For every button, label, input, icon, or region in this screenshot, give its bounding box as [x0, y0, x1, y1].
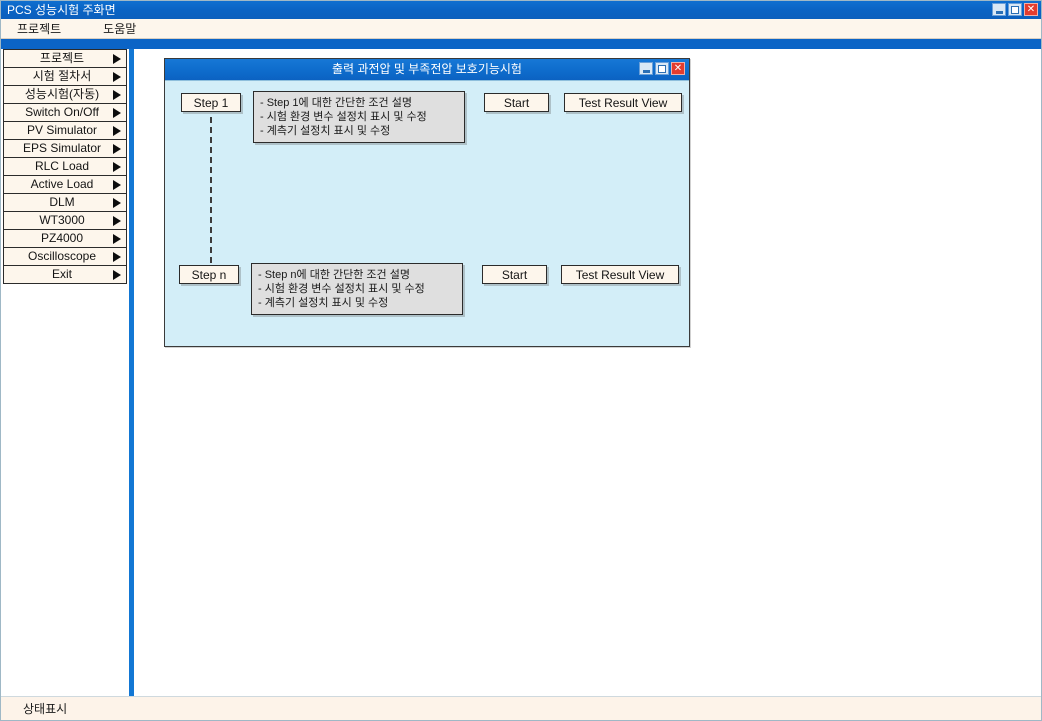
test-result-view-button-first[interactable]: Test Result View: [564, 93, 682, 112]
sidebar-item-label: DLM: [49, 195, 75, 209]
step-button-last[interactable]: Step n: [179, 265, 239, 284]
sidebar-item-wt3000[interactable]: WT3000: [3, 211, 127, 230]
sidebar-item-rlc-load[interactable]: RLC Load: [3, 157, 127, 176]
sidebar-item-exit[interactable]: Exit: [3, 265, 127, 284]
chevron-right-icon: [108, 179, 126, 190]
dialog-client-area: Step 1 - Step 1에 대한 간단한 조건 설명 - 시험 환경 변수…: [165, 80, 689, 346]
sidebar: 프로젝트 시험 절차서 성능시험(자동) Switch On/Off PV Si…: [1, 49, 134, 696]
sidebar-item-eps-simulator[interactable]: EPS Simulator: [3, 139, 127, 158]
chevron-right-icon: [108, 161, 126, 172]
dialog-close-icon[interactable]: ✕: [671, 62, 685, 75]
content-area: 출력 과전압 및 부족전압 보호기능시험 ✕ Step 1 - Step 1에 …: [134, 49, 1041, 696]
step-button-first[interactable]: Step 1: [181, 93, 241, 112]
step-description-line: - 시험 환경 변수 설정치 표시 및 수정: [260, 111, 427, 123]
chevron-right-icon: [108, 71, 126, 82]
step-description-line: - 시험 환경 변수 설정치 표시 및 수정: [258, 283, 425, 295]
sidebar-item-label: WT3000: [39, 213, 85, 227]
chevron-right-icon: [108, 251, 126, 262]
application-window: PCS 성능시험 주화면 ✕ 프로젝트 도움말 프로젝트 시험 절차서 성능시험…: [0, 0, 1042, 721]
app-window-controls: ✕: [992, 3, 1038, 16]
sidebar-item-label: 프로젝트: [39, 51, 85, 65]
menubar: 프로젝트 도움말: [1, 19, 1041, 39]
sidebar-item-oscilloscope[interactable]: Oscilloscope: [3, 247, 127, 266]
minimize-icon[interactable]: [992, 3, 1006, 16]
chevron-right-icon: [108, 197, 126, 208]
sidebar-item-label: EPS Simulator: [22, 141, 102, 155]
dialog-title: 출력 과전압 및 부족전압 보호기능시험: [332, 62, 522, 76]
step-description-first: - Step 1에 대한 간단한 조건 설명 - 시험 환경 변수 설정치 표시…: [253, 91, 465, 143]
app-title: PCS 성능시험 주화면: [7, 3, 116, 17]
statusbar: 상태표시: [1, 696, 1041, 720]
sidebar-item-label: PV Simulator: [26, 123, 98, 137]
chevron-right-icon: [108, 269, 126, 280]
sidebar-item-label: Active Load: [30, 177, 94, 191]
app-titlebar: PCS 성능시험 주화면 ✕: [1, 1, 1041, 19]
test-result-view-button-last[interactable]: Test Result View: [561, 265, 679, 284]
start-button-last[interactable]: Start: [482, 265, 547, 284]
sidebar-item-label: PZ4000: [40, 231, 84, 245]
step-description-line: - 계측기 설정치 표시 및 수정: [258, 297, 389, 309]
sidebar-item-label: 시험 절차서: [32, 69, 92, 83]
dialog-maximize-icon[interactable]: [655, 62, 669, 75]
step-connector-line: [210, 117, 212, 263]
sidebar-item-performance-test-auto[interactable]: 성능시험(자동): [3, 85, 127, 104]
toolbar-band: [1, 39, 1041, 49]
sidebar-item-switch-on-off[interactable]: Switch On/Off: [3, 103, 127, 122]
close-icon[interactable]: ✕: [1024, 3, 1038, 16]
chevron-right-icon: [108, 89, 126, 100]
dialog-minimize-icon[interactable]: [639, 62, 653, 75]
sidebar-item-project[interactable]: 프로젝트: [3, 49, 127, 68]
sidebar-item-label: RLC Load: [34, 159, 90, 173]
maximize-icon[interactable]: [1008, 3, 1022, 16]
sidebar-item-pv-simulator[interactable]: PV Simulator: [3, 121, 127, 140]
dialog-titlebar: 출력 과전압 및 부족전압 보호기능시험 ✕: [165, 59, 689, 80]
menu-item-project[interactable]: 프로젝트: [7, 19, 71, 39]
sidebar-item-label: Oscilloscope: [27, 249, 97, 263]
step-description-line: - Step 1에 대한 간단한 조건 설명: [260, 97, 412, 109]
step-description-line: - 계측기 설정치 표시 및 수정: [260, 125, 391, 137]
status-text: 상태표시: [23, 701, 68, 716]
start-button-first[interactable]: Start: [484, 93, 549, 112]
menu-item-help[interactable]: 도움말: [93, 19, 146, 39]
test-dialog-window: 출력 과전압 및 부족전압 보호기능시험 ✕ Step 1 - Step 1에 …: [164, 58, 690, 347]
chevron-right-icon: [108, 215, 126, 226]
chevron-right-icon: [108, 233, 126, 244]
chevron-right-icon: [108, 125, 126, 136]
chevron-right-icon: [108, 53, 126, 64]
sidebar-item-label: 성능시험(자동): [24, 87, 100, 101]
sidebar-item-label: Exit: [51, 267, 72, 281]
sidebar-item-dlm[interactable]: DLM: [3, 193, 127, 212]
step-description-line: - Step n에 대한 간단한 조건 설명: [258, 269, 410, 281]
dialog-window-controls: ✕: [639, 62, 685, 75]
chevron-right-icon: [108, 107, 126, 118]
sidebar-item-test-procedure[interactable]: 시험 절차서: [3, 67, 127, 86]
chevron-right-icon: [108, 143, 126, 154]
sidebar-item-label: Switch On/Off: [25, 105, 99, 119]
step-description-last: - Step n에 대한 간단한 조건 설명 - 시험 환경 변수 설정치 표시…: [251, 263, 463, 315]
sidebar-item-pz4000[interactable]: PZ4000: [3, 229, 127, 248]
sidebar-item-active-load[interactable]: Active Load: [3, 175, 127, 194]
app-body: 프로젝트 시험 절차서 성능시험(자동) Switch On/Off PV Si…: [1, 49, 1041, 696]
